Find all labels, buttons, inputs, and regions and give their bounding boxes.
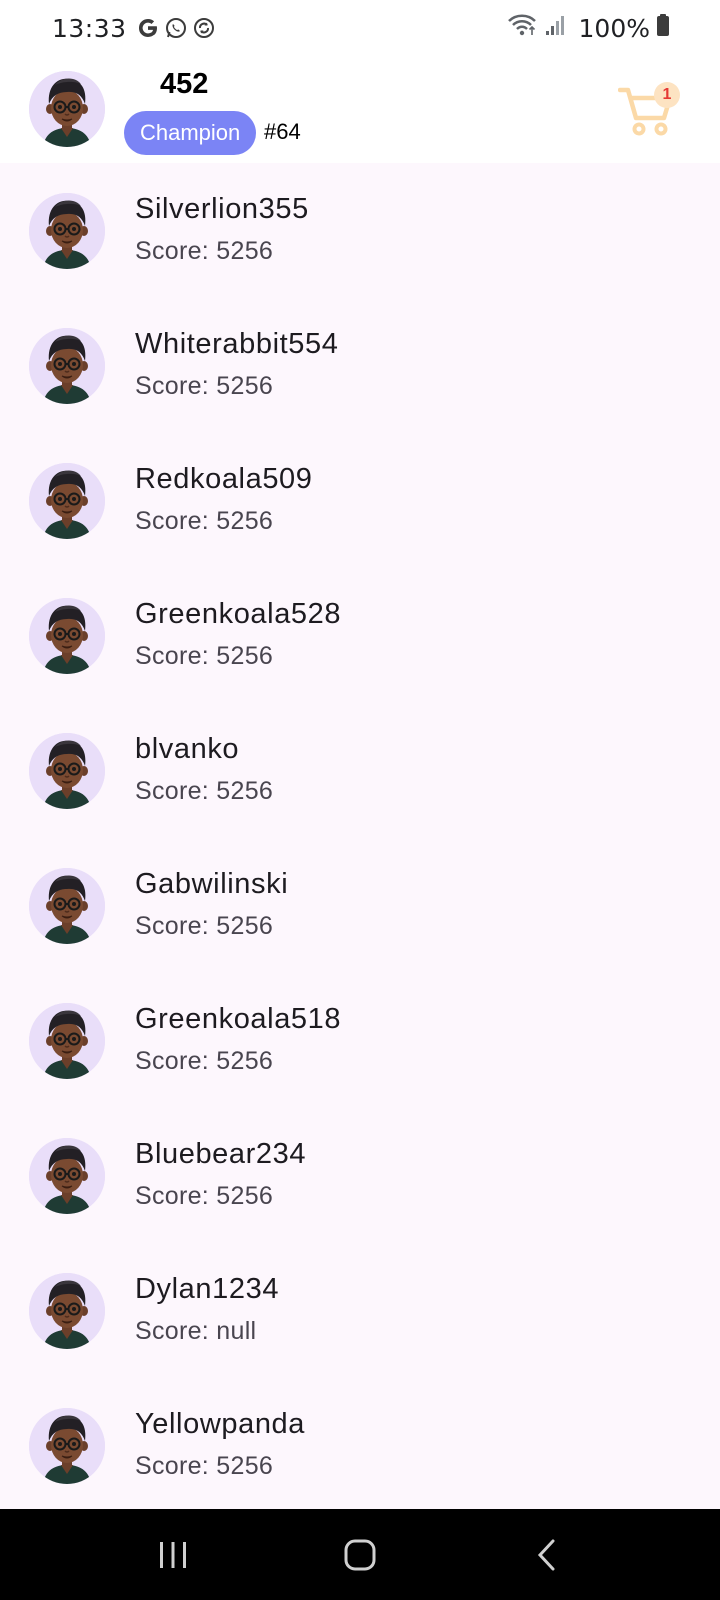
player-row[interactable]: Yellowpanda Score: 5256 <box>0 1378 720 1509</box>
status-right: 100% <box>507 13 670 43</box>
player-name: Yellowpanda <box>135 1408 306 1440</box>
player-name: Dylan1234 <box>135 1273 280 1305</box>
player-row[interactable]: Silverlion355 Score: 5256 <box>0 163 720 298</box>
rank-position: #64 <box>264 119 301 144</box>
player-score: Score: 5256 <box>135 237 274 265</box>
player-avatar <box>29 1408 105 1484</box>
player-name: blvanko <box>135 733 240 765</box>
player-name: Bluebear234 <box>135 1138 307 1170</box>
status-left: 13:33 <box>52 14 216 43</box>
player-name: Greenkoala528 <box>135 598 342 630</box>
user-score: 452 <box>160 68 209 100</box>
player-name: Whiterabbit554 <box>135 328 339 360</box>
player-score: Score: 5256 <box>135 777 274 805</box>
cart-count-badge: 1 <box>654 82 680 108</box>
player-score: Score: 5256 <box>135 912 274 940</box>
home-icon <box>344 1539 376 1570</box>
player-score: Score: 5256 <box>135 1452 274 1480</box>
player-row[interactable]: Bluebear234 Score: 5256 <box>0 1108 720 1243</box>
wifi-icon <box>507 13 539 43</box>
status-time: 13:33 <box>52 13 127 43</box>
battery-icon <box>656 13 670 43</box>
player-row[interactable]: Whiterabbit554 Score: 5256 <box>0 298 720 433</box>
player-avatar <box>29 463 105 539</box>
player-row[interactable]: Greenkoala528 Score: 5256 <box>0 568 720 703</box>
rank-badge: Champion <box>124 111 257 155</box>
cart-button[interactable]: 1 <box>618 78 682 142</box>
user-avatar[interactable] <box>29 71 105 147</box>
status-bar: 13:33 100% <box>0 0 720 56</box>
player-name: Greenkoala518 <box>135 1003 342 1035</box>
player-score: Score: 5256 <box>135 642 274 670</box>
player-row[interactable]: Dylan1234 Score: null <box>0 1243 720 1378</box>
system-nav-bar <box>0 1509 720 1600</box>
status-app-icons <box>136 16 216 40</box>
google-icon <box>136 16 160 40</box>
player-avatar <box>29 328 105 404</box>
player-avatar <box>29 1138 105 1214</box>
sync-icon <box>192 16 216 40</box>
player-score: Score: 5256 <box>135 507 274 535</box>
player-avatar <box>29 193 105 269</box>
back-button[interactable] <box>502 1520 592 1590</box>
profile-header: 452 Champion #64 1 <box>0 56 720 163</box>
player-avatar <box>29 598 105 674</box>
signal-icon <box>545 13 567 43</box>
recents-icon <box>160 1541 187 1568</box>
player-score: Score: 5256 <box>135 372 274 400</box>
recents-button[interactable] <box>128 1520 218 1590</box>
player-avatar <box>29 1003 105 1079</box>
player-row[interactable]: blvanko Score: 5256 <box>0 703 720 838</box>
player-name: Redkoala509 <box>135 463 313 495</box>
player-name: Gabwilinski <box>135 868 289 900</box>
whatsapp-icon <box>164 16 188 40</box>
player-score: Score: null <box>135 1317 257 1345</box>
battery-percent: 100% <box>578 13 650 43</box>
player-row[interactable]: Gabwilinski Score: 5256 <box>0 838 720 973</box>
player-avatar <box>29 868 105 944</box>
player-avatar <box>29 1273 105 1349</box>
home-button[interactable] <box>315 1520 405 1590</box>
player-avatar <box>29 733 105 809</box>
player-row[interactable]: Greenkoala518 Score: 5256 <box>0 973 720 1108</box>
player-row[interactable]: Redkoala509 Score: 5256 <box>0 433 720 568</box>
leaderboard-list[interactable]: Silverlion355 Score: 5256 Whiterabbit554 S… <box>0 163 720 1509</box>
back-icon <box>537 1539 555 1570</box>
player-score: Score: 5256 <box>135 1047 274 1075</box>
player-name: Silverlion355 <box>135 193 309 225</box>
player-score: Score: 5256 <box>135 1182 274 1210</box>
